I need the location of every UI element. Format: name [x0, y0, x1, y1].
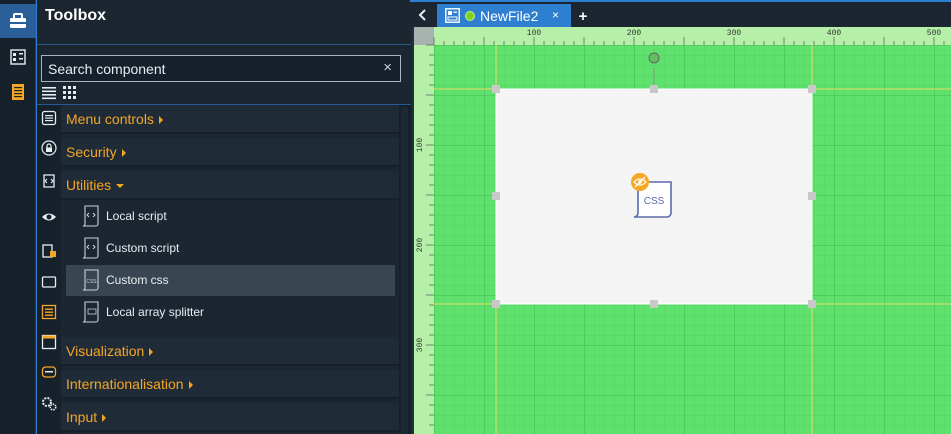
list-icon	[41, 110, 57, 126]
canvas-svg: 100 200 300 400 500 100 200 300 CSS	[414, 27, 951, 434]
activity-rail	[0, 0, 36, 434]
category-label: Menu controls	[66, 111, 154, 127]
category-security[interactable]: Security	[61, 138, 399, 167]
editor-tab-bar: NewFile2 × +	[410, 0, 951, 29]
chevron-right-icon	[149, 348, 154, 357]
category-visualization[interactable]: Visualization	[61, 337, 399, 366]
ruler-x-label: 500	[927, 29, 942, 38]
css-file-icon: CSS	[82, 269, 99, 291]
category-label: Internationalisation	[66, 376, 184, 392]
ruler-y-label: 300	[416, 338, 425, 353]
toolbox-panel: Toolbox ×	[36, 0, 411, 434]
resize-handle-n[interactable]	[650, 85, 658, 93]
chevron-right-icon	[121, 149, 126, 158]
ruler-x-label: 100	[527, 29, 542, 38]
ruler-x-label: 400	[827, 29, 842, 38]
resize-handle-ne[interactable]	[808, 85, 816, 93]
layout-icon	[10, 49, 26, 65]
window-icon	[41, 276, 57, 288]
hidden-visibility-badge-icon	[631, 173, 649, 191]
resize-handle-se[interactable]	[808, 300, 816, 308]
component-item-local-array-splitter[interactable]: Local array splitter	[66, 297, 395, 328]
rail-layout-button[interactable]	[0, 40, 36, 74]
chevron-right-icon	[102, 414, 107, 423]
gear-icon	[42, 397, 57, 411]
ruler-x-label: 200	[627, 29, 642, 38]
ruler-y-label: 100	[416, 138, 425, 153]
rotate-handle[interactable]	[648, 52, 660, 64]
component-item-label: Custom css	[106, 273, 169, 287]
component-item-label: Custom script	[106, 241, 180, 255]
chevron-right-icon	[158, 116, 163, 125]
category-menu-controls[interactable]: Menu controls	[61, 105, 399, 134]
translate-icon	[41, 366, 57, 378]
checklist-icon	[41, 304, 57, 320]
category-label: Utilities	[66, 177, 112, 193]
tab-newfile2[interactable]: NewFile2 ×	[437, 4, 571, 29]
resize-handle-s[interactable]	[650, 300, 658, 308]
chevron-right-icon	[188, 381, 193, 390]
resize-handle-e[interactable]	[808, 192, 816, 200]
css-component-label: CSS	[644, 196, 665, 207]
component-item-label: Local script	[106, 209, 167, 223]
category-utilities[interactable]: Utilities	[61, 171, 399, 200]
chevron-left-icon	[418, 9, 426, 21]
category-label: Input	[66, 409, 98, 425]
toolbox-icon	[10, 13, 26, 28]
category-label: Security	[66, 144, 117, 160]
component-item-custom-css[interactable]: CSS Custom css	[66, 265, 395, 296]
resize-handle-nw[interactable]	[492, 85, 500, 93]
add-tab-button[interactable]: +	[571, 4, 595, 28]
toolbox-scrollbar-thumb[interactable]	[401, 107, 408, 434]
form-file-icon	[445, 8, 460, 23]
ruler-x-label: 300	[727, 29, 742, 38]
resize-handle-w[interactable]	[492, 192, 500, 200]
array-splitter-icon	[82, 301, 99, 323]
script-icon	[82, 237, 99, 259]
list-view-icon[interactable]	[42, 86, 56, 100]
rail-document-button[interactable]	[0, 75, 36, 109]
chevron-down-icon	[116, 184, 125, 189]
component-item-custom-script[interactable]: Custom script	[66, 233, 395, 264]
app-root: Toolbox ×	[0, 0, 951, 434]
document-icon	[12, 84, 24, 100]
grid-view-icon[interactable]	[63, 86, 77, 100]
tab-close-icon[interactable]: ×	[552, 8, 559, 22]
ruler-corner	[414, 27, 434, 45]
monitor-icon	[41, 334, 57, 350]
toolbox-header-divider	[37, 44, 411, 45]
design-canvas[interactable]: 100 200 300 400 500 100 200 300 CSS	[412, 27, 951, 434]
component-item-local-script[interactable]: Local script	[66, 201, 395, 232]
category-label: Visualization	[66, 343, 145, 359]
component-search-input[interactable]	[42, 56, 372, 81]
toolbox-title: Toolbox	[45, 7, 107, 24]
lock-icon	[41, 140, 57, 156]
ruler-y-label: 200	[416, 238, 425, 253]
tab-label: NewFile2	[480, 8, 539, 24]
script-icon	[43, 174, 55, 188]
eye-icon	[42, 213, 56, 221]
category-input[interactable]: Input	[61, 403, 399, 432]
horizontal-ruler	[434, 27, 951, 45]
rail-toolbox-button[interactable]	[0, 4, 36, 38]
component-item-label: Local array splitter	[106, 305, 205, 319]
svg-text:CSS: CSS	[86, 279, 97, 285]
category-internationalisation[interactable]: Internationalisation	[61, 370, 399, 399]
clear-search-icon[interactable]: ×	[383, 59, 392, 76]
collapse-panel-button[interactable]	[412, 4, 434, 26]
script-icon	[82, 205, 99, 227]
component-search-box: ×	[41, 55, 401, 82]
book-lock-icon	[42, 244, 56, 258]
resize-handle-sw[interactable]	[492, 300, 500, 308]
component-category-list: Menu controls Security Utilities Local s…	[37, 105, 401, 434]
unsaved-indicator-icon	[465, 11, 475, 21]
